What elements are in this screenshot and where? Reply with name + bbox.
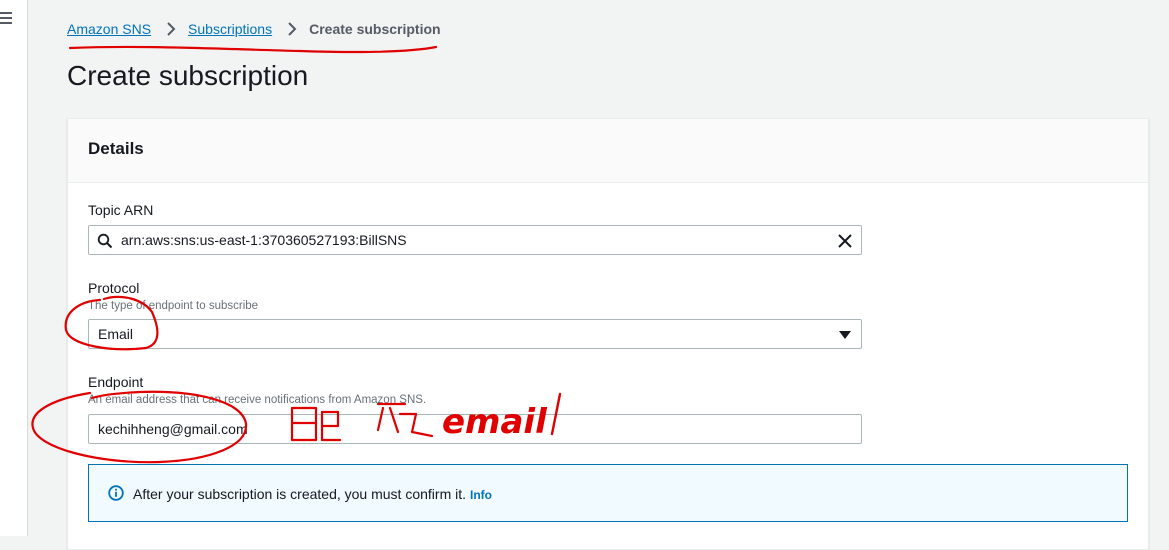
- topic-arn-value: arn:aws:sns:us-east-1:370360527193:BillS…: [121, 232, 407, 248]
- alert-message: After your subscription is created, you …: [133, 486, 492, 502]
- protocol-selected-value: Email: [98, 326, 134, 342]
- caret-down-icon: [839, 331, 851, 339]
- info-icon: [108, 485, 124, 501]
- protocol-description: The type of endpoint to subscribe: [88, 300, 259, 312]
- chevron-right-icon: [167, 22, 176, 36]
- topic-arn-label: Topic ARN: [88, 202, 154, 218]
- endpoint-input[interactable]: kechihheng@gmail.com: [88, 414, 862, 444]
- breadcrumb-subscriptions[interactable]: Subscriptions: [188, 21, 272, 37]
- breadcrumb-current: Create subscription: [309, 21, 441, 37]
- info-alert: After your subscription is created, you …: [88, 464, 1128, 522]
- protocol-label: Protocol: [88, 280, 140, 296]
- search-icon: [97, 233, 113, 249]
- menu-icon[interactable]: [0, 12, 14, 24]
- breadcrumb-underline-scribble: [68, 45, 438, 54]
- endpoint-description: An email address that can receive notifi…: [88, 394, 427, 406]
- details-panel: Details Topic ARN arn:aws:sns:us-east-1:…: [67, 118, 1149, 550]
- page-title: Create subscription: [67, 60, 309, 91]
- breadcrumb: Amazon SNS Subscriptions Create subscrip…: [67, 21, 441, 37]
- endpoint-label: Endpoint: [88, 374, 144, 390]
- topic-arn-input[interactable]: arn:aws:sns:us-east-1:370360527193:BillS…: [88, 225, 862, 255]
- breadcrumb-amazon-sns[interactable]: Amazon SNS: [67, 21, 151, 37]
- info-link[interactable]: Info: [470, 488, 492, 502]
- close-icon[interactable]: [837, 233, 853, 249]
- panel-title: Details: [88, 139, 144, 158]
- endpoint-value: kechihheng@gmail.com: [98, 421, 248, 437]
- alert-text: After your subscription is created, you …: [133, 486, 467, 502]
- chevron-right-icon: [288, 22, 297, 36]
- side-navigation-bar: [0, 0, 28, 536]
- protocol-select[interactable]: Email: [88, 319, 862, 349]
- panel-header: Details: [68, 119, 1148, 183]
